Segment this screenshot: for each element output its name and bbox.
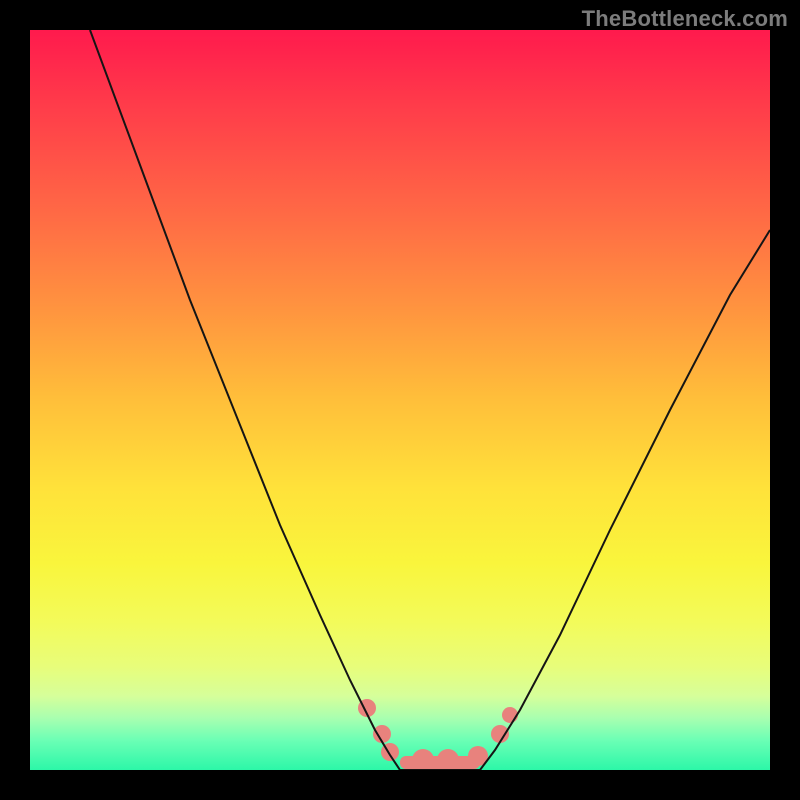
curve-marker <box>502 707 518 723</box>
curve-marker <box>412 749 434 770</box>
bottleneck-curve <box>30 30 770 770</box>
curve-path <box>90 30 770 770</box>
chart-frame: TheBottleneck.com <box>0 0 800 800</box>
curve-blobs <box>358 699 518 770</box>
curve-marker <box>437 749 459 770</box>
watermark-text: TheBottleneck.com <box>582 6 788 32</box>
plot-area <box>30 30 770 770</box>
